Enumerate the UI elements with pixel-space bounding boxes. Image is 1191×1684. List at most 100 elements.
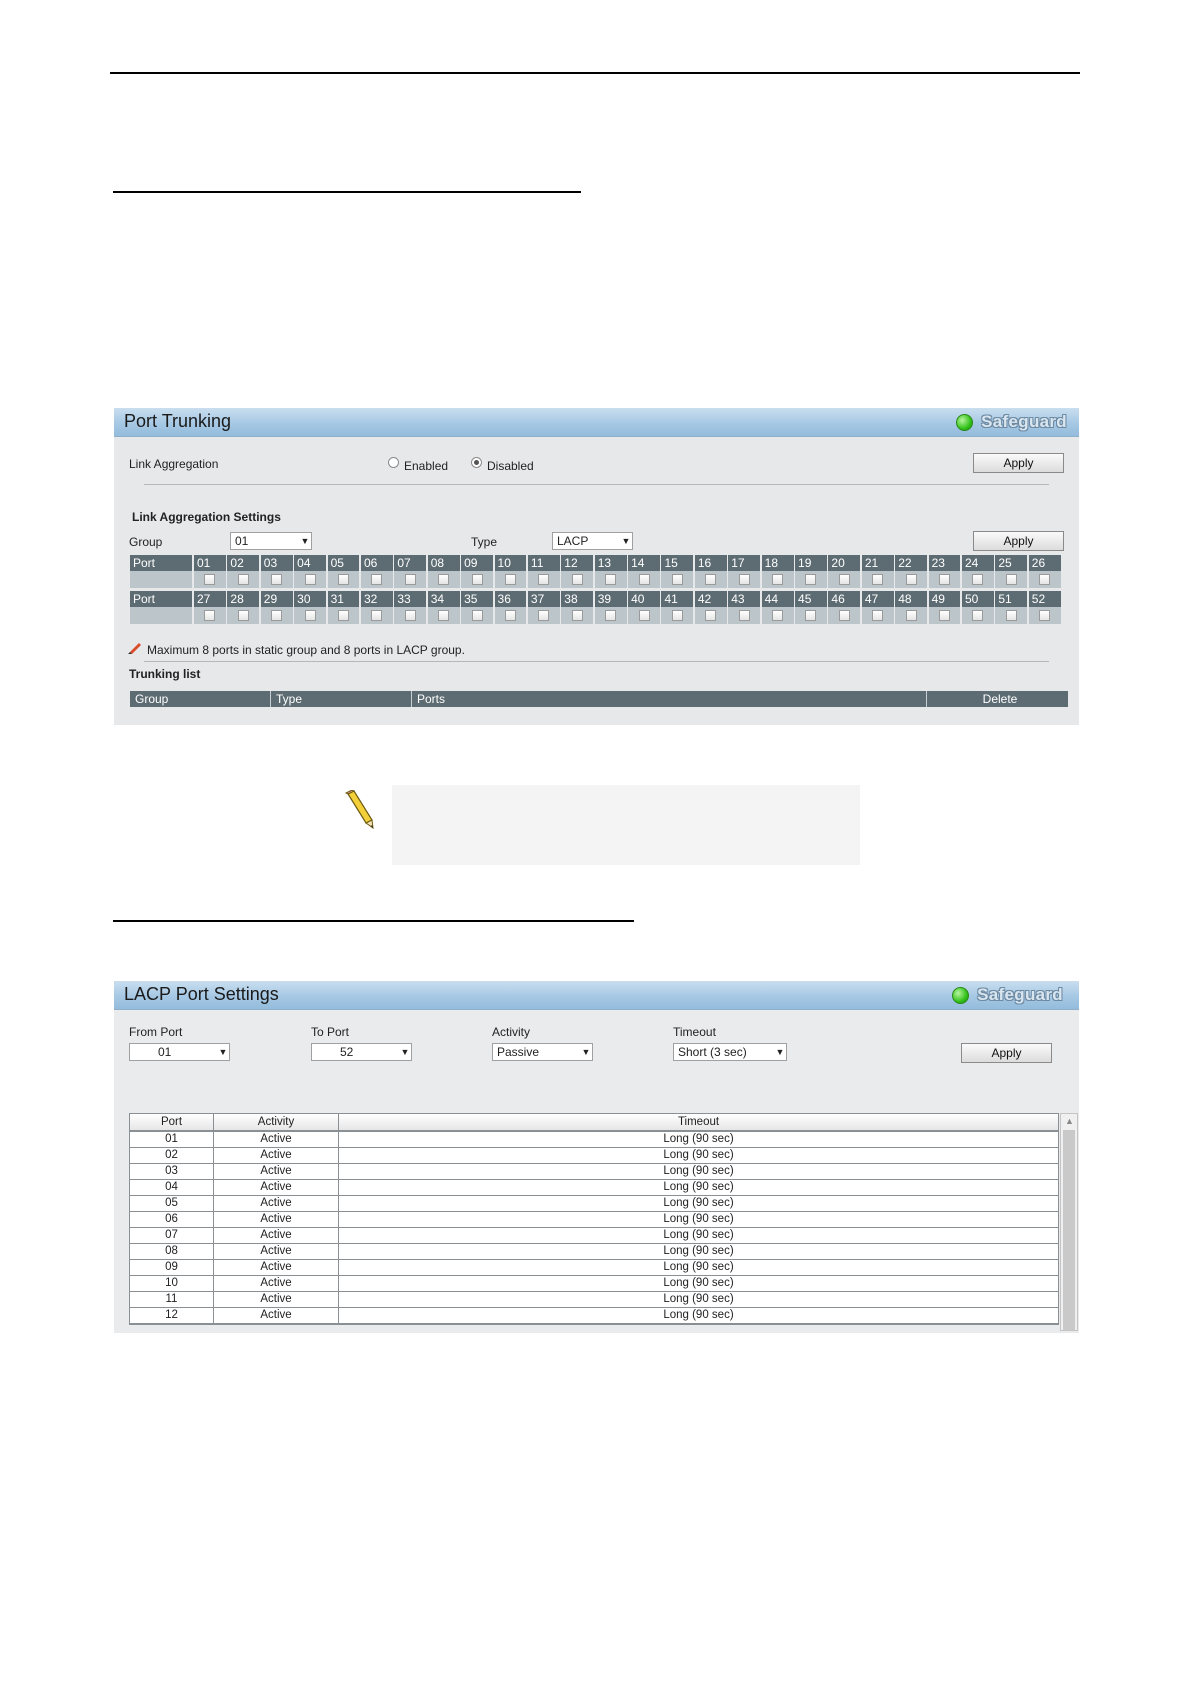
- port-checkbox[interactable]: [939, 574, 951, 585]
- port-checkbox[interactable]: [772, 574, 784, 585]
- port-number: 44: [761, 591, 794, 607]
- table-scrollbar[interactable]: ▲: [1060, 1113, 1078, 1331]
- lacp-apply-button[interactable]: Apply: [961, 1043, 1052, 1063]
- port-checkbox[interactable]: [1039, 610, 1051, 621]
- pencil-icon: [344, 790, 374, 830]
- port-cell: 02: [130, 1148, 214, 1163]
- port-checkbox[interactable]: [304, 610, 316, 621]
- port-checkbox[interactable]: [538, 574, 550, 585]
- port-checkbox[interactable]: [605, 610, 617, 621]
- port-checkbox[interactable]: [571, 574, 583, 585]
- port-checkbox[interactable]: [772, 610, 784, 621]
- lacp-port-table: Port Activity Timeout 01 Active Long (90 s…: [129, 1113, 1059, 1325]
- port-checkbox[interactable]: [972, 610, 984, 621]
- port-checkbox[interactable]: [705, 574, 717, 585]
- lacp-port-settings-panel: LACP Port Settings Safeguard From Port 0…: [114, 981, 1079, 1333]
- port-number: 32: [360, 591, 393, 607]
- port-checkbox[interactable]: [204, 610, 216, 621]
- port-checkbox[interactable]: [638, 574, 650, 585]
- port-checkbox[interactable]: [905, 574, 917, 585]
- from-port-value: 01: [158, 1045, 172, 1059]
- port-checkbox[interactable]: [671, 610, 683, 621]
- port-checkbox[interactable]: [1005, 610, 1017, 621]
- port-column: 33: [394, 591, 427, 624]
- port-checkbox[interactable]: [805, 574, 817, 585]
- column-port: Port: [130, 1114, 214, 1130]
- enabled-radio[interactable]: [388, 457, 399, 468]
- port-header: Port: [130, 555, 192, 588]
- port-checkbox[interactable]: [605, 574, 617, 585]
- port-checkbox[interactable]: [872, 610, 884, 621]
- link-aggregation-label: Link Aggregation: [129, 457, 219, 471]
- from-port-select[interactable]: 01 ▼: [129, 1043, 230, 1061]
- table-row: 10 Active Long (90 sec): [130, 1276, 1058, 1292]
- port-checkbox[interactable]: [738, 574, 750, 585]
- status-dot-icon: [956, 413, 974, 431]
- port-checkbox[interactable]: [237, 610, 249, 621]
- table-row: 02 Active Long (90 sec): [130, 1148, 1058, 1164]
- port-checkbox[interactable]: [671, 574, 683, 585]
- port-checkbox[interactable]: [438, 574, 450, 585]
- port-checkbox[interactable]: [504, 574, 516, 585]
- column-type: Type: [271, 691, 412, 707]
- port-checkbox[interactable]: [705, 610, 717, 621]
- panel-title: LACP Port Settings: [124, 984, 279, 1004]
- scroll-up-icon[interactable]: ▲: [1065, 1116, 1074, 1126]
- port-checkbox[interactable]: [738, 610, 750, 621]
- port-checkbox-cell: [260, 571, 293, 588]
- port-column: 20: [828, 555, 861, 588]
- port-checkbox[interactable]: [371, 574, 383, 585]
- timeout-label: Timeout: [673, 1025, 716, 1039]
- link-aggregation-apply-button[interactable]: Apply: [973, 453, 1064, 473]
- port-checkbox[interactable]: [638, 610, 650, 621]
- port-checkbox[interactable]: [204, 574, 216, 585]
- activity-select[interactable]: Passive ▼: [492, 1043, 593, 1061]
- port-checkbox[interactable]: [271, 574, 283, 585]
- port-checkbox[interactable]: [404, 574, 416, 585]
- port-checkbox[interactable]: [838, 574, 850, 585]
- port-checkbox[interactable]: [571, 610, 583, 621]
- port-checkbox[interactable]: [939, 610, 951, 621]
- port-checkbox[interactable]: [338, 610, 349, 621]
- port-column: 49: [928, 591, 961, 624]
- port-checkbox[interactable]: [438, 610, 450, 621]
- timeout-cell: Long (90 sec): [663, 1181, 734, 1193]
- port-checkbox[interactable]: [1005, 574, 1017, 585]
- port-label: Port: [130, 555, 192, 571]
- timeout-select[interactable]: Short (3 sec) ▼: [673, 1043, 787, 1061]
- port-checkbox[interactable]: [905, 610, 917, 621]
- port-checkbox[interactable]: [838, 610, 850, 621]
- group-select[interactable]: 01 ▼: [230, 532, 312, 550]
- port-number: 52: [1028, 591, 1061, 607]
- port-number: 18: [761, 555, 794, 571]
- port-checkbox[interactable]: [471, 574, 483, 585]
- port-number: 37: [527, 591, 560, 607]
- section-rule-1: [113, 191, 581, 193]
- port-checkbox[interactable]: [805, 610, 817, 621]
- to-port-select[interactable]: 52 ▼: [311, 1043, 412, 1061]
- settings-apply-button[interactable]: Apply: [973, 531, 1064, 551]
- port-checkbox[interactable]: [237, 574, 249, 585]
- port-checkbox[interactable]: [271, 610, 283, 621]
- port-number: 38: [561, 591, 594, 607]
- port-checkbox[interactable]: [404, 610, 416, 621]
- port-number: 16: [694, 555, 727, 571]
- type-select[interactable]: LACP ▼: [552, 532, 633, 550]
- port-checkbox[interactable]: [538, 610, 550, 621]
- port-checkbox[interactable]: [1039, 574, 1051, 585]
- timeout-cell: Long (90 sec): [663, 1229, 734, 1241]
- separator: [144, 484, 1049, 485]
- scroll-thumb[interactable]: [1063, 1130, 1075, 1330]
- disabled-radio[interactable]: [471, 457, 482, 468]
- port-checkbox-cell: [461, 571, 494, 588]
- port-checkbox[interactable]: [504, 610, 516, 621]
- port-checkbox[interactable]: [471, 610, 483, 621]
- port-checkbox[interactable]: [972, 574, 984, 585]
- port-checkbox-cell: [294, 607, 327, 624]
- port-column: 16: [694, 555, 727, 588]
- port-checkbox[interactable]: [371, 610, 383, 621]
- port-checkbox[interactable]: [872, 574, 884, 585]
- port-checkbox[interactable]: [338, 574, 349, 585]
- timeout-cell: Long (90 sec): [663, 1309, 734, 1321]
- port-checkbox[interactable]: [304, 574, 316, 585]
